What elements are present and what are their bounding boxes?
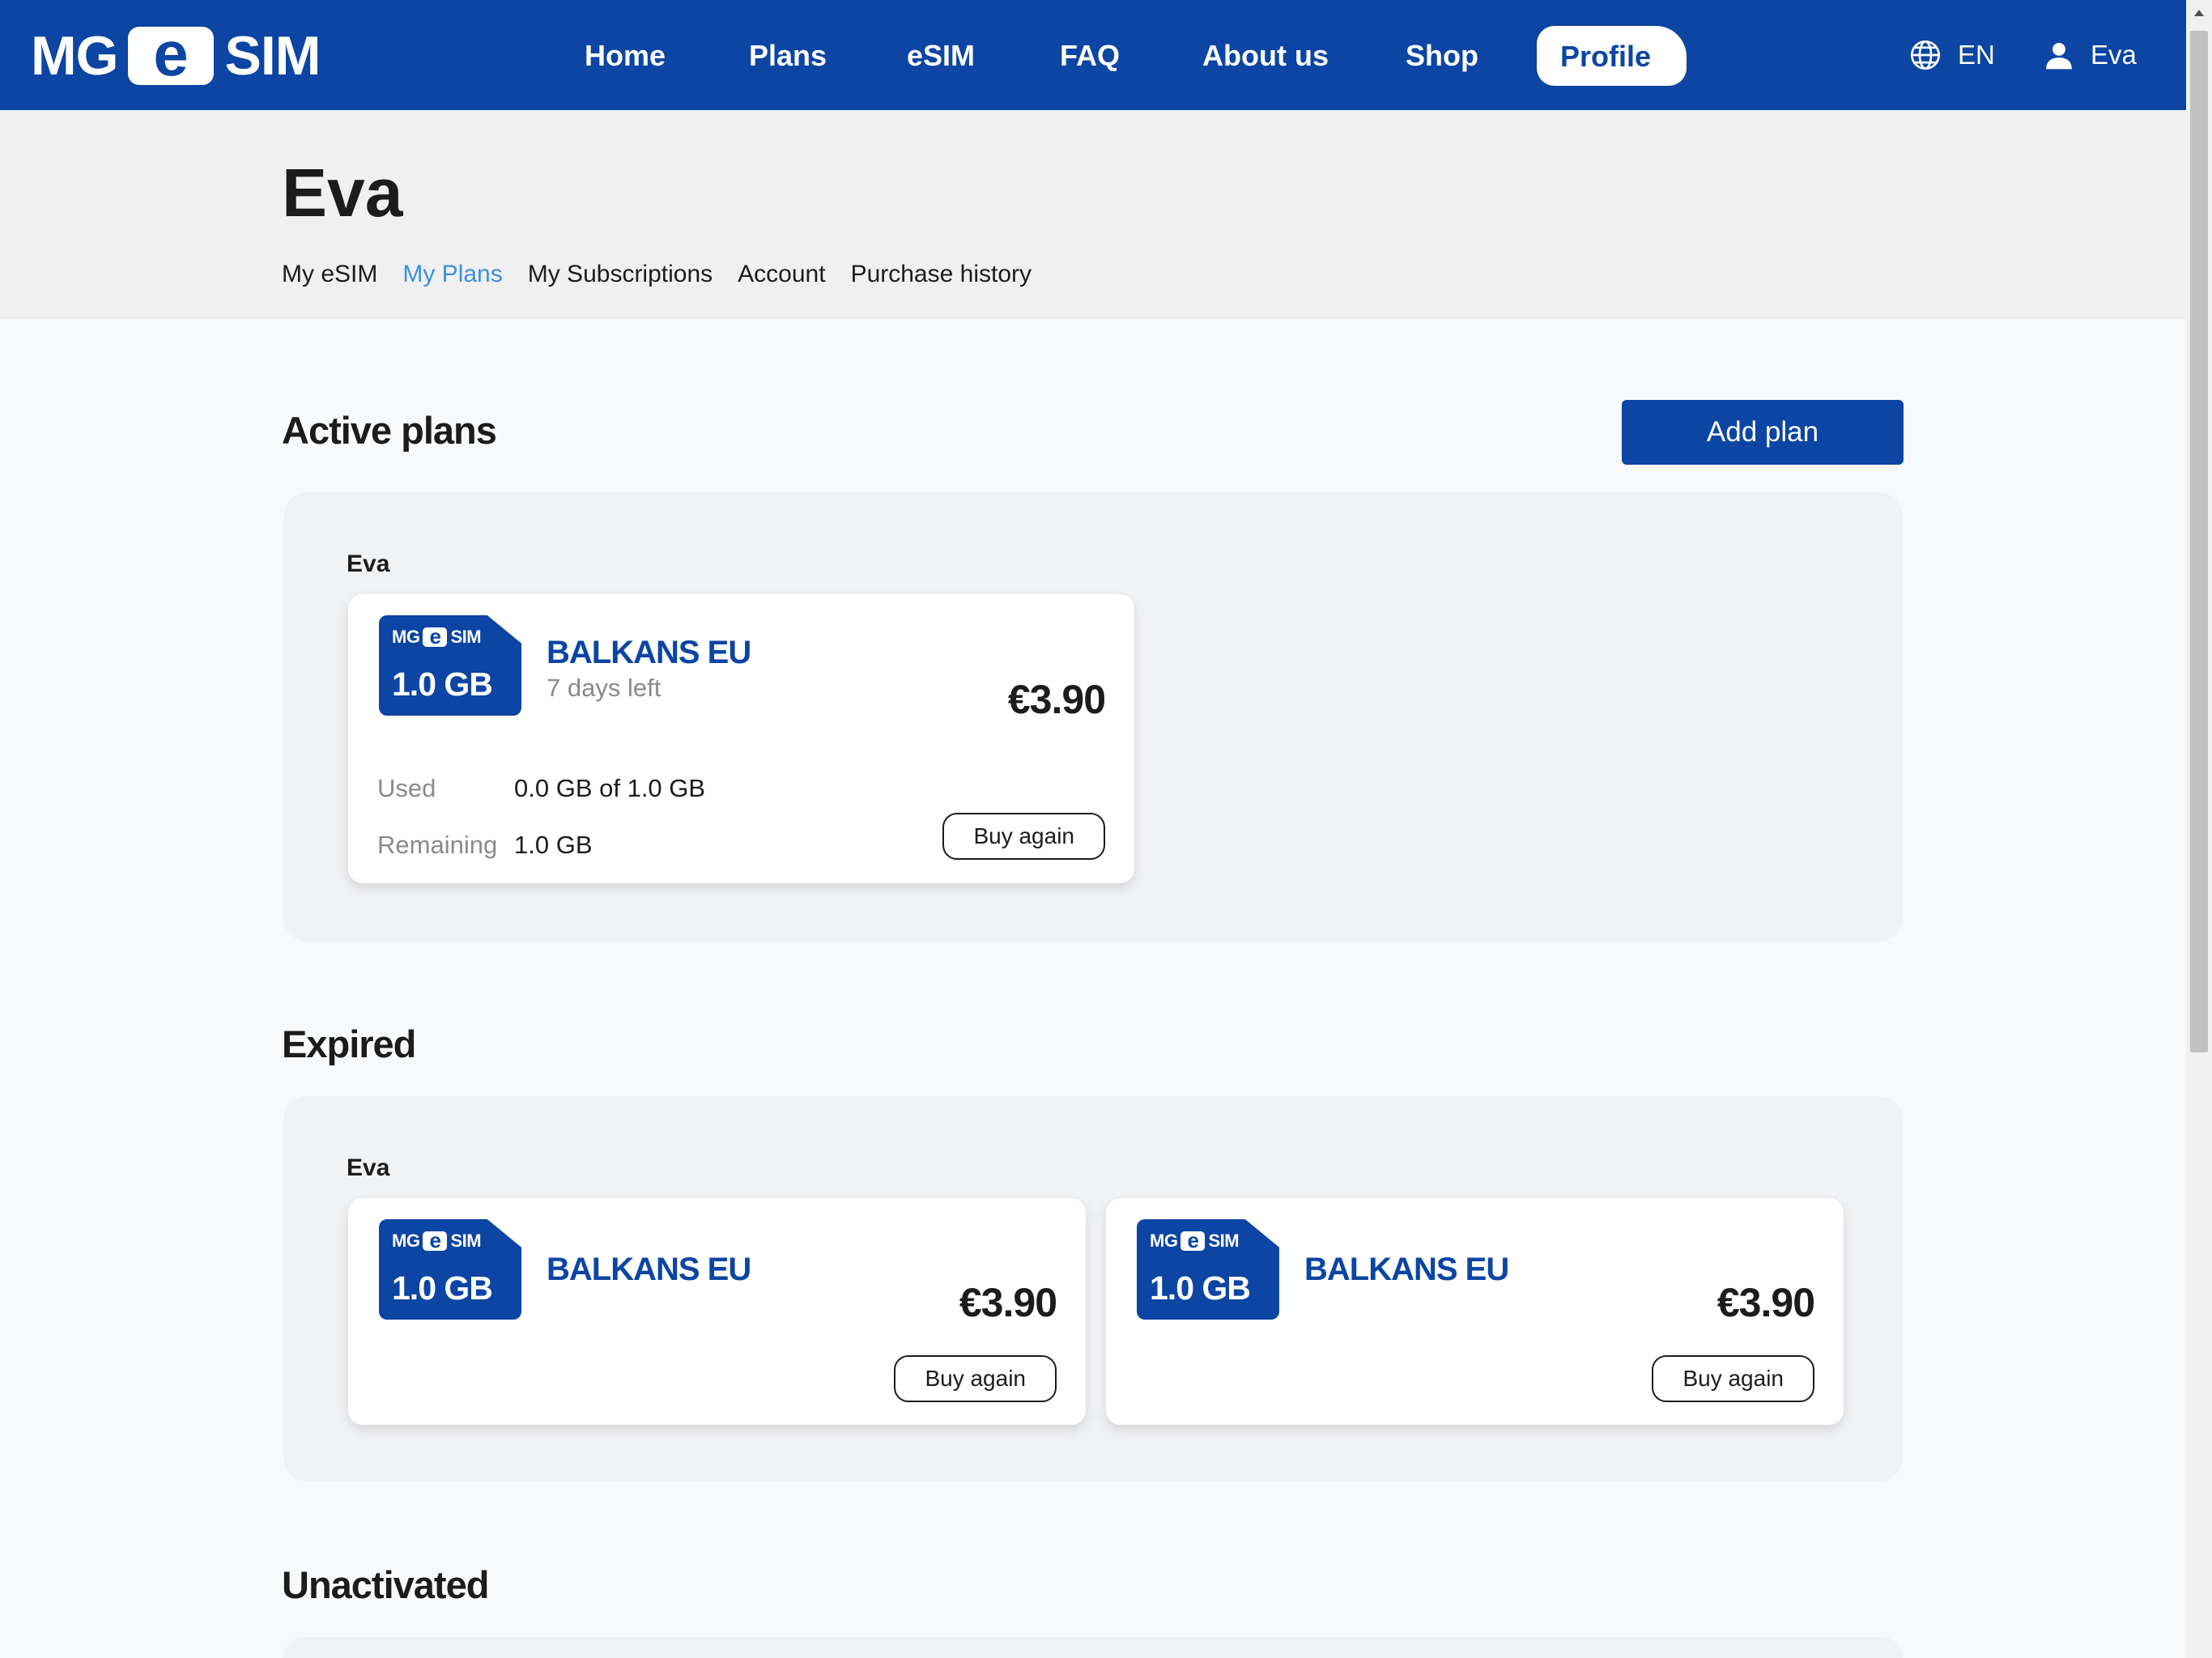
sim-data-amount: 1.0 GB bbox=[1150, 1269, 1251, 1307]
sim-card-icon: MG e SIM 1.0 GB bbox=[379, 1219, 521, 1320]
main-nav: Home Plans eSIM FAQ About us Shop Profil… bbox=[0, 0, 2186, 110]
tab-account[interactable]: Account bbox=[738, 261, 825, 288]
plan-price: €3.90 bbox=[959, 1280, 1057, 1325]
nav-item-shop[interactable]: Shop bbox=[1406, 0, 1478, 110]
used-value: 0.0 GB of 1.0 GB bbox=[514, 774, 706, 802]
plan-name: BALKANS EU bbox=[547, 635, 751, 670]
plan-price: €3.90 bbox=[1007, 677, 1106, 722]
nav-item-esim[interactable]: eSIM bbox=[907, 0, 975, 110]
nav-item-plans[interactable]: Plans bbox=[749, 0, 827, 110]
sim-data-amount: 1.0 GB bbox=[392, 665, 493, 703]
unactivated-plans-group bbox=[283, 1637, 1903, 1658]
used-label: Used bbox=[377, 774, 436, 802]
active-plans-heading: Active plans bbox=[282, 409, 497, 452]
profile-tabs: My eSIM My Plans My Subscriptions Accoun… bbox=[282, 261, 1057, 288]
expired-group-owner: Eva bbox=[347, 1154, 390, 1181]
sim-card-icon: MG e SIM 1.0 GB bbox=[379, 615, 521, 716]
nav-item-home[interactable]: Home bbox=[585, 0, 666, 110]
scroll-up-arrow-icon[interactable] bbox=[2186, 0, 2212, 26]
user-icon bbox=[2046, 42, 2072, 70]
remaining-label: Remaining bbox=[377, 831, 498, 859]
plan-days-left: 7 days left bbox=[547, 674, 661, 702]
sim-logo: MG e SIM bbox=[1150, 1227, 1240, 1252]
language-code: EN bbox=[1958, 40, 1995, 70]
user-name: Eva bbox=[2091, 40, 2137, 70]
profile-header: Eva My eSIM My Plans My Subscriptions Ac… bbox=[0, 110, 2186, 319]
active-plan-card: MG e SIM 1.0 GB BALKANS EU 7 days left €3.… bbox=[348, 594, 1134, 883]
page-scrollbar[interactable] bbox=[2186, 0, 2212, 1658]
nav-item-profile[interactable]: Profile bbox=[1537, 26, 1687, 86]
tab-purchase-history[interactable]: Purchase history bbox=[851, 261, 1032, 288]
scroll-thumb[interactable] bbox=[2190, 31, 2208, 1052]
top-navigation-bar: MG e SIM Home Plans eSIM FAQ About us Sh… bbox=[0, 0, 2186, 110]
plan-name: BALKANS EU bbox=[1304, 1252, 1509, 1287]
tab-my-plans[interactable]: My Plans bbox=[402, 261, 502, 288]
user-menu[interactable]: Eva bbox=[2044, 0, 2137, 110]
remaining-value: 1.0 GB bbox=[514, 831, 593, 859]
tab-my-esim[interactable]: My eSIM bbox=[282, 261, 377, 288]
sim-logo: MG e SIM bbox=[392, 623, 482, 648]
tab-my-subscriptions[interactable]: My Subscriptions bbox=[528, 261, 713, 288]
nav-item-faq[interactable]: FAQ bbox=[1060, 0, 1120, 110]
sim-data-amount: 1.0 GB bbox=[392, 1269, 493, 1307]
buy-again-button[interactable]: Buy again bbox=[894, 1355, 1057, 1402]
sim-card-icon: MG e SIM 1.0 GB bbox=[1137, 1219, 1279, 1320]
globe-icon bbox=[1911, 40, 1940, 70]
buy-again-button[interactable]: Buy again bbox=[1652, 1355, 1814, 1402]
active-group-owner: Eva bbox=[347, 551, 390, 577]
plan-name: BALKANS EU bbox=[547, 1252, 751, 1287]
plan-price: €3.90 bbox=[1716, 1280, 1815, 1325]
buy-again-button[interactable]: Buy again bbox=[942, 813, 1105, 860]
expired-heading: Expired bbox=[282, 1022, 416, 1065]
nav-item-about-us[interactable]: About us bbox=[1202, 0, 1329, 110]
page-title: Eva bbox=[282, 155, 403, 231]
sim-logo: MG e SIM bbox=[392, 1227, 482, 1252]
unactivated-heading: Unactivated bbox=[282, 1563, 489, 1606]
expired-plan-card: MG e SIM 1.0 GB BALKANS EU €3.90 Buy again bbox=[348, 1198, 1086, 1425]
language-selector[interactable]: EN bbox=[1909, 0, 1995, 110]
expired-plan-card: MG e SIM 1.0 GB BALKANS EU €3.90 Buy again bbox=[1106, 1198, 1844, 1425]
add-plan-button[interactable]: Add plan bbox=[1622, 400, 1904, 465]
